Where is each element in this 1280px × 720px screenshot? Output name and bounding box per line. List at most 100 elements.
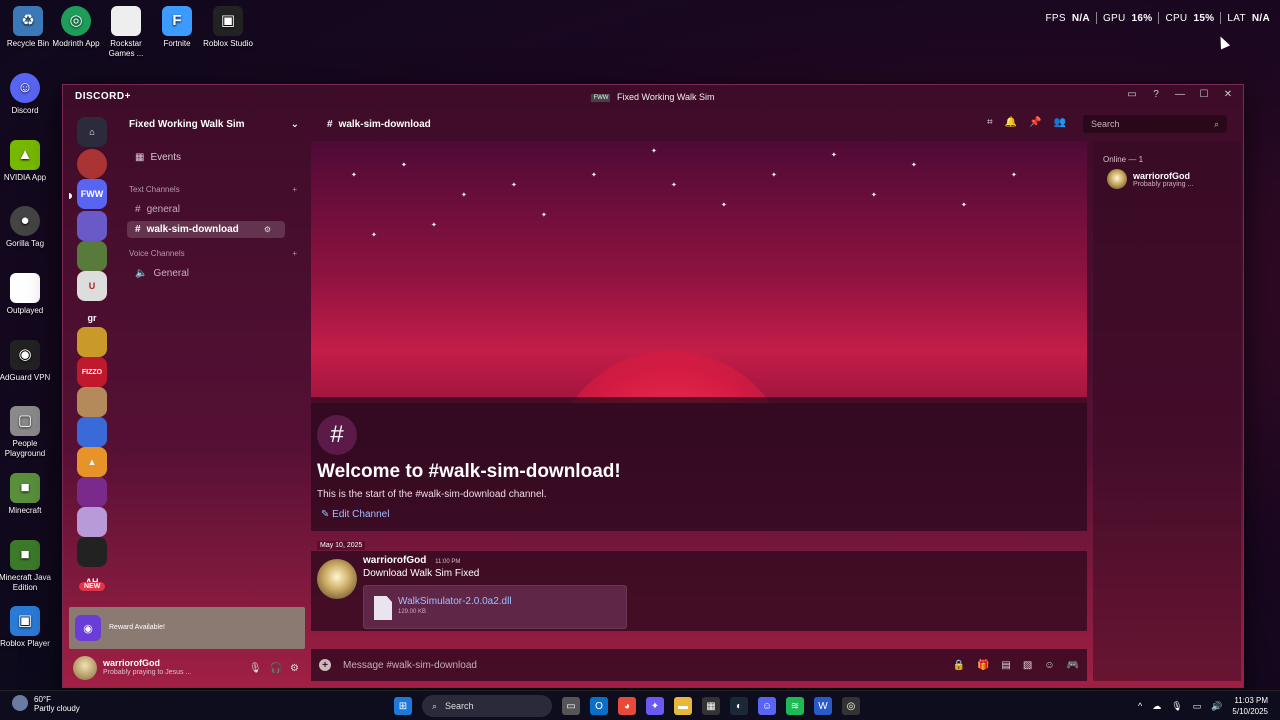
weather-widget[interactable]: 60°F Partly cloudy [12, 695, 80, 713]
server-icon[interactable]: U [77, 271, 107, 301]
gamepad-icon[interactable]: 🎮 [1067, 660, 1079, 671]
server-icon[interactable] [77, 211, 107, 241]
modrinth-icon: ◎ [61, 6, 91, 36]
search-input[interactable]: Search ⌕ [1083, 115, 1227, 133]
minimize-button[interactable]: — [1173, 89, 1187, 100]
server-icon[interactable] [77, 537, 107, 567]
add-channel-icon[interactable]: + [292, 249, 297, 258]
gif-icon[interactable]: ▤ [1001, 660, 1010, 671]
recycle-bin-icon: ♻ [13, 6, 43, 36]
members-icon[interactable]: 👥 [1054, 117, 1066, 128]
file-attachment[interactable]: WalkSimulator-2.0.0a2.dll 129.00 KB [363, 585, 627, 629]
server-icon[interactable] [77, 149, 107, 179]
network-icon[interactable]: ▭ [1193, 701, 1202, 712]
app-icon[interactable]: ◎ [842, 697, 860, 715]
user-info[interactable]: warriorofGod Probably praying to Jesus .… [103, 658, 191, 678]
file-name-link[interactable]: WalkSimulator-2.0.0a2.dll [398, 596, 512, 607]
server-icon[interactable] [77, 241, 107, 271]
desktop-icon-outplayed[interactable]: Outplayed [0, 273, 53, 316]
desktop-icon-discord[interactable]: ☺ Discord [0, 73, 53, 116]
desktop-icon-people-playground[interactable]: ▢ People Playground [0, 406, 53, 459]
voice-channels-category[interactable]: Voice Channels + [129, 249, 297, 258]
add-channel-icon[interactable]: + [292, 185, 297, 194]
file-size: 129.00 KB [398, 609, 427, 615]
lat-value: N/A [1251, 12, 1270, 24]
guild-header[interactable]: Fixed Working Walk Sim ⌄ [129, 119, 299, 130]
maximize-button[interactable]: ☐ [1197, 89, 1211, 100]
help-icon[interactable]: ? [1149, 89, 1163, 100]
task-view-icon[interactable]: ▭ [562, 697, 580, 715]
app-icon[interactable]: W [814, 697, 832, 715]
message-composer[interactable]: + Message #walk-sim-download 🔒 🎁 ▤ ▧ ☺ 🎮 [311, 649, 1087, 681]
server-icon[interactable] [77, 327, 107, 357]
edit-channel-link[interactable]: ✎ Edit Channel [321, 509, 389, 520]
server-icon[interactable]: ▲ [77, 447, 107, 477]
chrome-icon[interactable]: ◕ [618, 697, 636, 715]
server-icon: FWW [591, 93, 611, 102]
desktop-icon-minecraft[interactable]: ■ Minecraft [0, 473, 53, 516]
reward-banner[interactable]: ◉ Reward Available! [69, 607, 305, 649]
desktop-icon-nvidia[interactable]: ▲ NVIDIA App [0, 140, 53, 183]
desktop-icon-modrinth[interactable]: ◎ Modrinth App [48, 6, 104, 49]
text-channels-category[interactable]: Text Channels + [129, 185, 297, 194]
cloud-icon[interactable]: ☁ [1152, 701, 1161, 712]
server-icon[interactable] [77, 507, 107, 537]
headphones-icon[interactable]: 🎧 [270, 663, 282, 674]
server-icon[interactable]: FWW [77, 179, 107, 209]
message-input[interactable]: Message #walk-sim-download [343, 660, 477, 671]
events-item[interactable]: ▦ Events [135, 152, 181, 163]
desktop-icon-fortnite[interactable]: F Fortnite [149, 6, 205, 49]
message-author[interactable]: warriorofGod 11:00 PM [363, 555, 460, 566]
file-explorer-icon[interactable]: ▬ [674, 697, 692, 715]
microphone-icon[interactable]: 🎙 [249, 663, 262, 674]
clock[interactable]: 11:03 PM 5/10/2025 [1232, 695, 1268, 717]
spotify-icon[interactable]: ≋ [786, 697, 804, 715]
lock-icon[interactable]: 🔒 [953, 660, 965, 671]
calendar-icon: ▦ [135, 152, 145, 163]
volume-icon[interactable]: 🔊 [1211, 701, 1222, 712]
sticker-icon[interactable]: ▧ [1023, 660, 1032, 671]
store-icon[interactable]: ▦ [702, 697, 720, 715]
server-icon[interactable]: FIZZO [77, 357, 107, 387]
close-button[interactable]: ✕ [1221, 89, 1235, 100]
channel-settings-icon[interactable]: ⚙ [264, 225, 271, 234]
title-bar[interactable]: DISCORD+ FWW Fixed Working Walk Sim ▭ ? … [63, 85, 1243, 109]
server-rail: ⌂ FWW U gr FIZZO ▲ AH NEW [69, 113, 115, 603]
copilot-icon[interactable]: ✦ [646, 697, 664, 715]
bell-icon[interactable]: 🔔 [1005, 117, 1017, 128]
desktop-icon-adguard[interactable]: ◉ AdGuard VPN [0, 340, 53, 383]
desktop-icon-minecraft-java[interactable]: ■ Minecraft Java Edition [0, 540, 53, 593]
desktop-icon-roblox-player[interactable]: ▣ Roblox Player [0, 606, 53, 649]
avatar[interactable] [73, 656, 97, 680]
member-item[interactable]: warriorofGod Probably praying ... [1107, 169, 1193, 189]
start-button[interactable]: ⊞ [394, 697, 412, 715]
desktop-icon-label: Fortnite [163, 39, 191, 48]
desktop-icon-rockstar[interactable]: Rockstar Games ... [98, 6, 154, 59]
steam-icon[interactable]: ◐ [730, 697, 748, 715]
avatar[interactable] [317, 559, 357, 599]
discord-icon[interactable]: ☺ [758, 697, 776, 715]
threads-icon[interactable]: ⌗ [987, 117, 993, 128]
server-icon[interactable] [77, 477, 107, 507]
taskbar-search[interactable]: ⌕ Search [422, 695, 552, 717]
divider [1158, 12, 1160, 24]
chevron-up-icon[interactable]: ^ [1138, 701, 1142, 711]
inbox-icon[interactable]: ▭ [1125, 89, 1139, 100]
desktop-icon-roblox-studio[interactable]: ▣ Roblox Studio [200, 6, 256, 49]
pin-icon[interactable]: 📌 [1029, 117, 1041, 128]
outlook-icon[interactable]: O [590, 697, 608, 715]
desktop-icon-gorilla-tag[interactable]: ● Gorilla Tag [0, 206, 53, 249]
home-button[interactable]: ⌂ [77, 117, 107, 147]
emoji-icon[interactable]: ☺ [1044, 660, 1054, 671]
microphone-icon[interactable]: 🎙 [1171, 701, 1182, 712]
channel-general[interactable]: # general [127, 201, 285, 218]
add-attachment-icon[interactable]: + [319, 659, 331, 671]
gorilla-tag-icon: ● [10, 206, 40, 236]
gift-icon[interactable]: 🎁 [977, 660, 989, 671]
server-icon[interactable] [77, 417, 107, 447]
voice-channel-general[interactable]: 🔈 General [127, 265, 285, 282]
channel-walk-sim-download[interactable]: # walk-sim-download ⚙ [127, 221, 285, 238]
category-label: Text Channels [129, 185, 180, 194]
gear-icon[interactable]: ⚙ [290, 663, 299, 674]
server-icon[interactable] [77, 387, 107, 417]
